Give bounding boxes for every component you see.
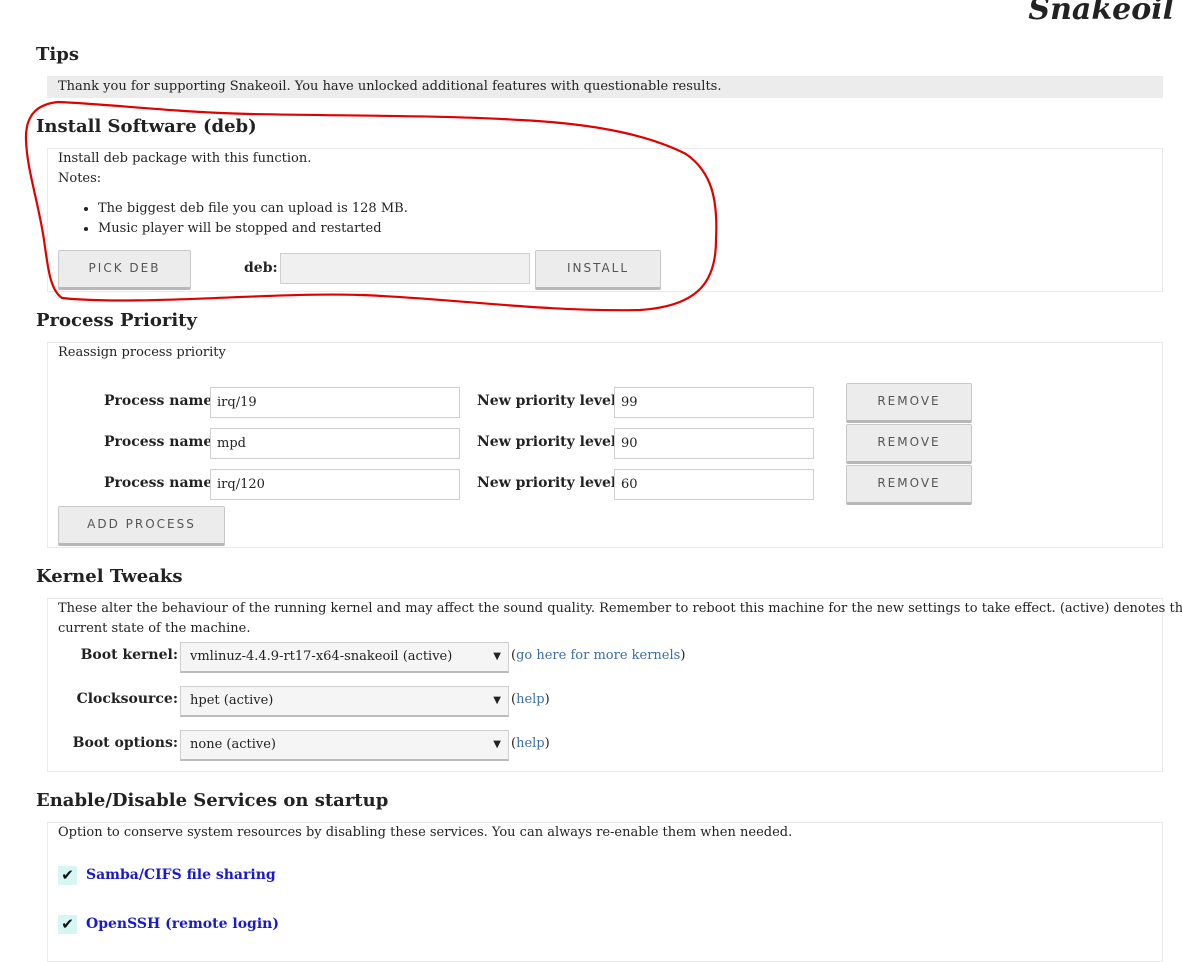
priority-level-input[interactable]: 60 — [614, 469, 814, 500]
install-description: Install deb package with this function. — [58, 151, 312, 166]
boot-options-select[interactable]: none (active) ▼ — [180, 730, 509, 761]
clocksource-value: hpet (active) — [190, 693, 274, 708]
boot-options-label: Boot options: — [72, 735, 178, 751]
process-name-label: Process name: — [104, 393, 218, 409]
add-process-button[interactable]: ADD PROCESS — [58, 506, 225, 546]
install-notes-label: Notes: — [58, 171, 102, 186]
install-button[interactable]: INSTALL — [535, 250, 661, 290]
install-notes-list: The biggest deb file you can upload is 1… — [58, 199, 408, 239]
checkmark-icon[interactable]: ✔ — [58, 915, 77, 934]
priority-title: Process Priority — [36, 310, 197, 331]
priority-level-label: New priority level: — [477, 393, 622, 409]
remove-button[interactable]: REMOVE — [846, 383, 972, 423]
install-note: The biggest deb file you can upload is 1… — [98, 199, 408, 219]
clocksource-label: Clocksource: — [76, 691, 178, 707]
process-name-input[interactable]: irq/120 — [210, 469, 460, 500]
remove-button[interactable]: REMOVE — [846, 424, 972, 464]
boot-kernel-label: Boot kernel: — [80, 647, 178, 663]
clocksource-help-wrapper: (help) — [511, 692, 550, 707]
install-note: Music player will be stopped and restart… — [98, 219, 408, 239]
tips-title: Tips — [36, 44, 79, 65]
service-samba-label[interactable]: Samba/CIFS file sharing — [86, 867, 276, 883]
deb-field-label: deb: — [244, 260, 278, 276]
services-description: Option to conserve system resources by d… — [58, 825, 793, 840]
kernel-description-line1: These alter the behaviour of the running… — [58, 601, 1182, 616]
triangle-down-icon: ▼ — [493, 739, 501, 750]
remove-button[interactable]: REMOVE — [846, 465, 972, 505]
kernel-link-wrapper: (go here for more kernels) — [511, 648, 686, 663]
clocksource-help-link[interactable]: help — [516, 692, 545, 707]
process-name-input[interactable]: mpd — [210, 428, 460, 459]
services-title: Enable/Disable Services on startup — [36, 790, 389, 811]
triangle-down-icon: ▼ — [493, 651, 501, 662]
priority-level-input[interactable]: 90 — [614, 428, 814, 459]
boot-kernel-select[interactable]: vmlinuz-4.4.9-rt17-x64-snakeoil (active)… — [180, 642, 509, 673]
deb-file-field[interactable] — [280, 253, 530, 284]
process-name-label: Process name: — [104, 434, 218, 450]
more-kernels-link[interactable]: go here for more kernels — [516, 648, 680, 663]
boot-options-help-wrapper: (help) — [511, 736, 550, 751]
pick-deb-button[interactable]: PICK DEB — [58, 250, 191, 290]
brand-logo: Snakeoil — [1028, 0, 1174, 27]
process-name-label: Process name: — [104, 475, 218, 491]
kernel-title: Kernel Tweaks — [36, 566, 183, 587]
triangle-down-icon: ▼ — [493, 695, 501, 706]
priority-description: Reassign process priority — [58, 345, 226, 360]
priority-level-label: New priority level: — [477, 475, 622, 491]
install-title: Install Software (deb) — [36, 116, 257, 137]
kernel-description-line2: current state of the machine. — [58, 621, 251, 636]
clocksource-select[interactable]: hpet (active) ▼ — [180, 686, 509, 717]
process-name-input[interactable]: irq/19 — [210, 387, 460, 418]
boot-options-help-link[interactable]: help — [516, 736, 545, 751]
boot-kernel-value: vmlinuz-4.4.9-rt17-x64-snakeoil (active) — [190, 649, 453, 664]
priority-level-input[interactable]: 99 — [614, 387, 814, 418]
tips-message: Thank you for supporting Snakeoil. You h… — [47, 76, 1163, 98]
priority-level-label: New priority level: — [477, 434, 622, 450]
services-panel — [47, 822, 1163, 962]
boot-options-value: none (active) — [190, 737, 276, 752]
checkmark-icon[interactable]: ✔ — [58, 866, 77, 885]
service-openssh-label[interactable]: OpenSSH (remote login) — [86, 916, 279, 932]
